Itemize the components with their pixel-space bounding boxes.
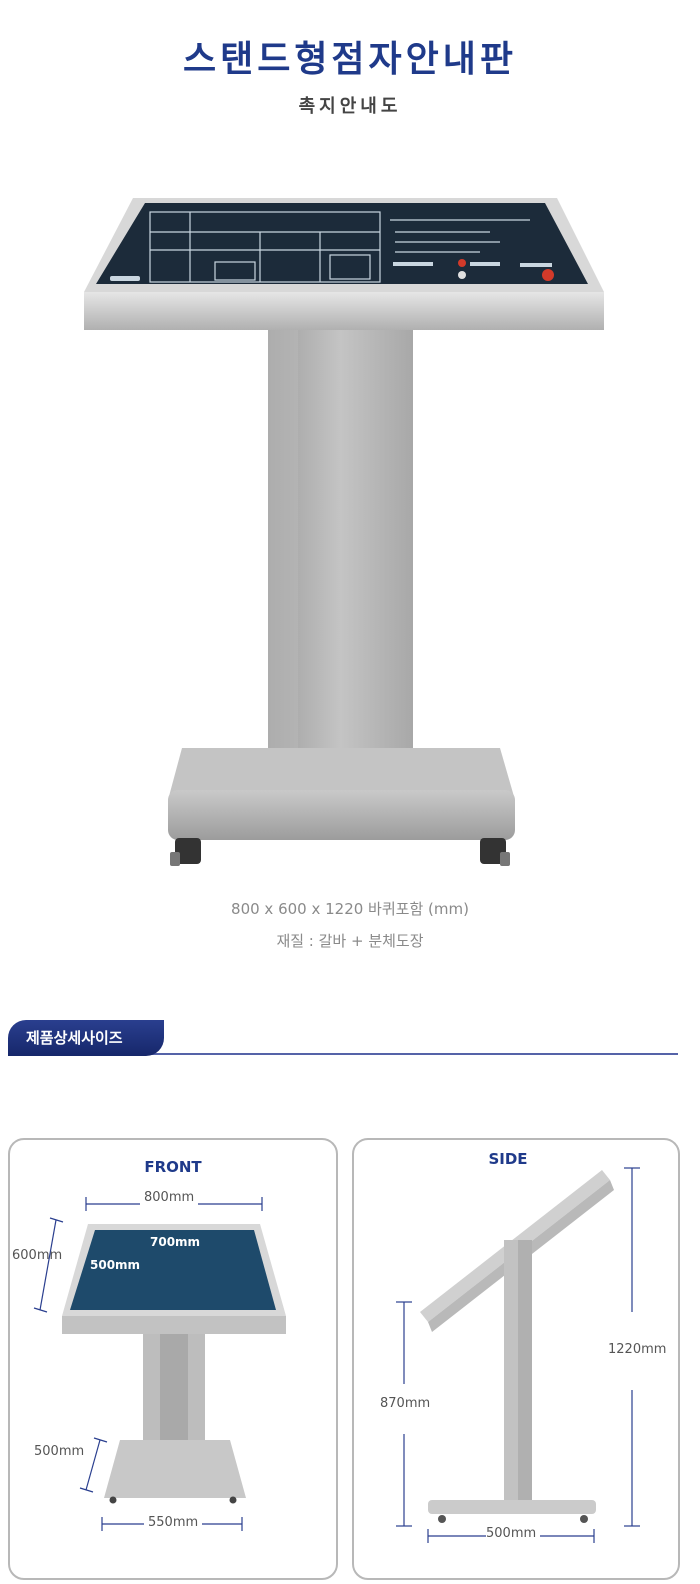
side-panel: SIDE 1220mm 870mm 500mm [352, 1138, 680, 1580]
material-spec: 재질 : 갈바 + 분체도장 [276, 932, 424, 950]
front-inner-height: 500mm [90, 1258, 141, 1272]
side-top-height: 870mm [380, 1396, 431, 1411]
section-divider [150, 1053, 678, 1055]
side-total-height: 1220mm [608, 1342, 667, 1357]
front-base-width: 550mm [144, 1515, 203, 1530]
side-diagram [396, 1167, 640, 1543]
front-base-depth: 500mm [34, 1444, 85, 1459]
front-panel: FRONT 800mm 600mm 700mm 500mm 500mm 550m… [8, 1138, 338, 1580]
front-inner-width: 700mm [150, 1235, 201, 1249]
size-spec: 800 x 600 x 1220 바퀴포함 (mm) [231, 900, 469, 918]
front-top-width: 800mm [140, 1190, 199, 1205]
front-top-depth: 600mm [12, 1248, 63, 1263]
section-title: 제품상세사이즈 [8, 1020, 164, 1056]
tactile-map-board [96, 203, 588, 284]
product-image [84, 198, 604, 866]
side-base-width: 500mm [486, 1526, 537, 1541]
